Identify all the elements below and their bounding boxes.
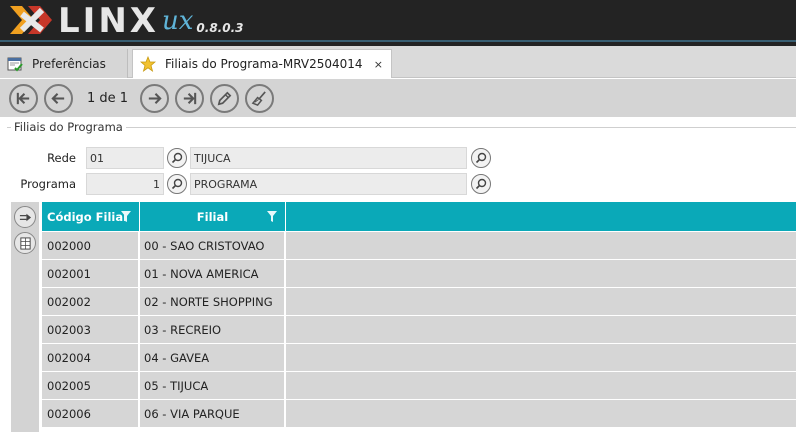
grid-header: Código Filial Filial bbox=[42, 202, 796, 231]
export-button[interactable] bbox=[14, 206, 36, 228]
app-version: 0.8.0.3 bbox=[196, 21, 244, 35]
calendar-check-icon bbox=[6, 55, 24, 73]
cell-filler bbox=[286, 372, 796, 399]
previous-page-icon bbox=[51, 92, 65, 104]
search-icon bbox=[475, 178, 487, 190]
first-page-button[interactable] bbox=[9, 83, 38, 113]
rede-code-field[interactable]: 01 bbox=[86, 147, 164, 169]
last-page-icon bbox=[183, 92, 197, 104]
rede-label: Rede bbox=[47, 151, 76, 165]
column-header-filler bbox=[286, 202, 796, 231]
cell-filler bbox=[286, 288, 796, 315]
logo-text: LINX bbox=[58, 1, 159, 41]
grid-side-toolbar bbox=[11, 202, 39, 432]
tab-label: Preferências bbox=[32, 56, 106, 71]
spreadsheet-button[interactable] bbox=[14, 232, 36, 254]
star-icon bbox=[139, 55, 157, 73]
rede-description-field[interactable]: TIJUCA bbox=[190, 147, 467, 169]
cell-filler bbox=[286, 316, 796, 343]
tab-filiais-do-programa[interactable]: Filiais do Programa-MRV2504014 × bbox=[132, 49, 392, 78]
column-header-filial[interactable]: Filial bbox=[140, 202, 286, 231]
cell-codigo-filial: 002005 bbox=[42, 372, 140, 399]
first-page-icon bbox=[16, 92, 30, 104]
cell-filial: 02 - NORTE SHOPPING bbox=[140, 288, 286, 315]
next-page-icon bbox=[148, 92, 162, 104]
linx-x-logo-icon bbox=[10, 6, 52, 34]
cell-filler bbox=[286, 260, 796, 287]
filter-icon[interactable] bbox=[121, 211, 131, 222]
pager-indicator: 1 de 1 bbox=[87, 90, 129, 106]
cell-filler bbox=[286, 344, 796, 371]
tab-preferencias[interactable]: Preferências bbox=[0, 49, 128, 78]
column-header-codigo-filial[interactable]: Código Filial bbox=[42, 202, 140, 231]
next-page-button[interactable] bbox=[140, 83, 170, 113]
cell-filler bbox=[286, 400, 796, 427]
cell-codigo-filial: 002000 bbox=[42, 232, 140, 259]
close-tab-icon[interactable]: × bbox=[374, 58, 383, 71]
linx-logo: LINX ux 0.8.0.3 bbox=[8, 2, 243, 38]
rede-code-lookup-button[interactable] bbox=[167, 148, 187, 168]
section-title: Filiais do Programa bbox=[11, 120, 126, 134]
table-row[interactable]: 002003 03 - RECREIO bbox=[42, 316, 796, 344]
cell-filler bbox=[286, 232, 796, 259]
programa-description-field[interactable]: PROGRAMA bbox=[190, 173, 467, 195]
cell-filial: 06 - VIA PARQUE bbox=[140, 400, 286, 427]
previous-page-button[interactable] bbox=[44, 83, 73, 113]
table-row[interactable]: 002002 02 - NORTE SHOPPING bbox=[42, 288, 796, 316]
programa-code-lookup-button[interactable] bbox=[167, 174, 187, 194]
programa-label: Programa bbox=[20, 177, 76, 191]
clear-broom-icon bbox=[251, 90, 266, 106]
table-row[interactable]: 002000 00 - SAO CRISTOVAO bbox=[42, 232, 796, 260]
rede-description-lookup-button[interactable] bbox=[471, 148, 491, 168]
logo-ux: ux bbox=[161, 6, 194, 36]
cell-filial: 03 - RECREIO bbox=[140, 316, 286, 343]
table-row[interactable]: 002004 04 - GAVEA bbox=[42, 344, 796, 372]
column-header-label: Filial bbox=[196, 209, 229, 224]
column-header-label: Código Filial bbox=[47, 209, 128, 224]
tab-label: Filiais do Programa-MRV2504014 bbox=[165, 57, 363, 71]
cell-codigo-filial: 002006 bbox=[42, 400, 140, 427]
programa-code-field[interactable]: 1 bbox=[86, 173, 164, 195]
filiais-grid: Código Filial Filial 002000 00 - SAO CRI… bbox=[42, 202, 796, 432]
tab-strip: Preferências Filiais do Programa-MRV2504… bbox=[0, 46, 796, 78]
spreadsheet-icon bbox=[19, 236, 31, 250]
last-page-button[interactable] bbox=[175, 83, 205, 113]
grid-body: 002000 00 - SAO CRISTOVAO 002001 01 - NO… bbox=[42, 232, 796, 428]
export-arrow-icon bbox=[19, 213, 31, 221]
edit-pencil-icon bbox=[217, 91, 232, 105]
cell-filial: 01 - NOVA AMERICA bbox=[140, 260, 286, 287]
table-row[interactable]: 002006 06 - VIA PARQUE bbox=[42, 400, 796, 428]
cell-filial: 05 - TIJUCA bbox=[140, 372, 286, 399]
cell-codigo-filial: 002001 bbox=[42, 260, 140, 287]
rede-row: Rede 01 TIJUCA bbox=[7, 147, 796, 169]
cell-filial: 04 - GAVEA bbox=[140, 344, 286, 371]
search-icon bbox=[475, 152, 487, 164]
search-icon bbox=[171, 152, 183, 164]
clear-button[interactable] bbox=[245, 83, 275, 113]
table-row[interactable]: 002005 05 - TIJUCA bbox=[42, 372, 796, 400]
toolbar: 1 de 1 bbox=[0, 79, 796, 117]
programa-row: Programa 1 PROGRAMA bbox=[7, 173, 796, 195]
programa-description-lookup-button[interactable] bbox=[471, 174, 491, 194]
edit-button[interactable] bbox=[210, 83, 240, 113]
cell-filial: 00 - SAO CRISTOVAO bbox=[140, 232, 286, 259]
table-row[interactable]: 002001 01 - NOVA AMERICA bbox=[42, 260, 796, 288]
cell-codigo-filial: 002002 bbox=[42, 288, 140, 315]
cell-codigo-filial: 002004 bbox=[42, 344, 140, 371]
search-icon bbox=[171, 178, 183, 190]
app-header: LINX ux 0.8.0.3 bbox=[0, 0, 796, 46]
filter-icon[interactable] bbox=[267, 211, 277, 222]
header-accent-line bbox=[0, 40, 796, 42]
cell-codigo-filial: 002003 bbox=[42, 316, 140, 343]
